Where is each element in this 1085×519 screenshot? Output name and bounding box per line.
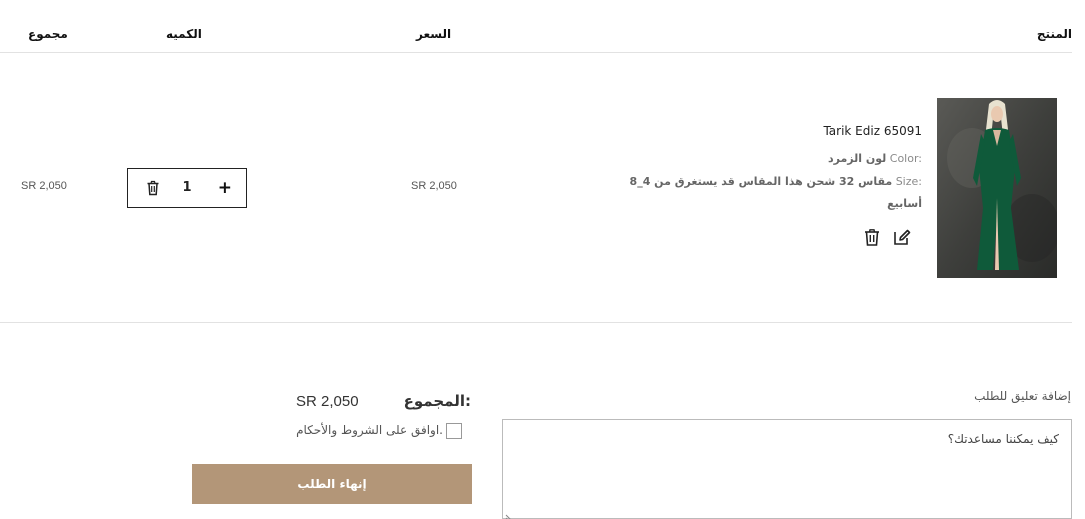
product-color: لون الزمرد Color:	[828, 152, 922, 165]
header-product: المنتج	[1036, 27, 1072, 41]
total-value: SR 2,050	[296, 393, 359, 410]
product-size: مقاس 32 شحن هذا المقاس قد يستغرق من 4_8 …	[630, 175, 922, 188]
resize-icon[interactable]	[505, 507, 514, 519]
terms-label[interactable]: اوافق على الشروط والأحكام.	[296, 423, 443, 437]
order-comment-textarea[interactable]: كيف يمكننا مساعدتك؟	[502, 419, 1072, 519]
edit-icon-graphic	[894, 229, 911, 245]
terms-checkbox[interactable]	[446, 423, 462, 439]
resize-icon-graphic	[505, 514, 511, 519]
product-image[interactable]	[937, 98, 1057, 278]
comment-placeholder: كيف يمكننا مساعدتك؟	[947, 432, 1059, 446]
unit-price: SR 2,050	[411, 180, 457, 192]
quantity-value[interactable]: 1	[178, 180, 196, 195]
size-value-continued: أسابيع	[887, 197, 922, 210]
checkout-button[interactable]: إنهاء الطلب	[192, 464, 472, 504]
header-price: السعر	[416, 27, 452, 41]
size-value: مقاس 32 شحن هذا المقاس قد يستغرق من 4_8	[629, 175, 893, 188]
qty-trash-graphic	[147, 180, 159, 196]
edit-icon[interactable]	[892, 227, 912, 247]
total-label: المجموع:	[403, 392, 471, 410]
delete-trash-icon[interactable]	[862, 227, 882, 247]
remove-item-trash-icon[interactable]	[146, 180, 160, 196]
line-total: SR 2,050	[21, 180, 67, 192]
color-value: لون الزمرد	[827, 152, 887, 165]
header-divider	[0, 52, 1072, 53]
product-photo-graphic	[937, 98, 1057, 278]
row-divider	[0, 322, 1072, 323]
color-key: Color:	[889, 152, 922, 165]
header-total: مجموع	[28, 27, 68, 41]
quantity-stepper[interactable]: 1 +	[127, 168, 247, 208]
increase-quantity-plus-icon[interactable]: +	[218, 178, 232, 198]
trash-icon-graphic	[865, 229, 879, 246]
size-key: Size:	[895, 175, 922, 188]
comment-label: إضافة تعليق للطلب	[974, 389, 1071, 403]
product-name[interactable]: Tarik Ediz 65091	[823, 124, 922, 138]
terms-row: اوافق على الشروط والأحكام.	[285, 423, 463, 439]
header-quantity: الكميه	[166, 27, 202, 41]
